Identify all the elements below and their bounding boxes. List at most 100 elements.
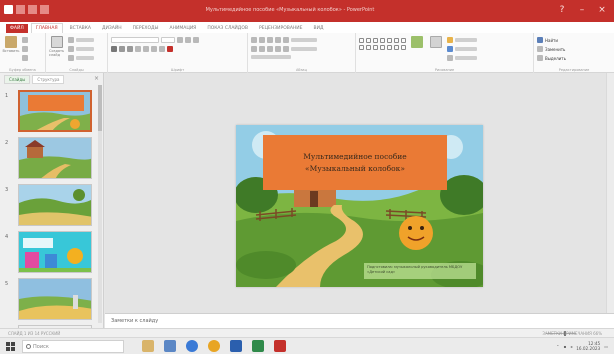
clear-format-icon[interactable] [193,37,199,43]
tab-review[interactable]: РЕЦЕНЗИРОВАНИЕ [255,24,307,33]
windows-taskbar: Поиск ⌃ ▪ ◂ 12:45 16.02.2023 ▭ [0,337,614,354]
paste-button[interactable]: Вставить [3,36,19,60]
tab-view[interactable]: ВИД [310,24,328,33]
panel-scrollbar[interactable] [98,85,102,323]
grow-font-icon[interactable] [177,37,183,43]
font-size-select[interactable] [161,37,175,43]
notes-pane[interactable]: Заметки к слайду [105,313,614,328]
tab-slideshow[interactable]: ПОКАЗ СЛАЙДОВ [203,24,252,33]
taskbar-search-box[interactable]: Поиск [22,340,124,353]
tab-transitions[interactable]: ПЕРЕХОДЫ [129,24,163,33]
align-text-control[interactable] [291,47,317,51]
powerpoint-window: Мультимедийное пособие «Музыкальный коло… [0,0,614,354]
case-icon[interactable] [159,46,165,52]
tab-slides-panel[interactable]: Слайды [4,75,31,84]
tab-outline-panel[interactable]: Структура [32,75,65,84]
align-right-icon[interactable] [267,46,273,52]
slide-caption-box[interactable]: Подготовила: музыкальный руководитель МБ… [364,263,476,279]
title-bar: Мультимедийное пособие «Музыкальный коло… [0,0,614,22]
bullets-icon[interactable] [251,37,257,43]
slide-thumbnail-3[interactable] [18,184,92,226]
powerpoint-app-icon[interactable] [4,5,13,14]
shape-effects-icon[interactable] [447,55,453,61]
group-drawing: Рисование [356,33,534,73]
notifications-icon[interactable]: ▭ [604,344,608,349]
numbering-icon[interactable] [259,37,265,43]
undo-icon[interactable] [28,5,37,14]
slide-title-box[interactable]: Мультимедийное пособие «Музыкальный коло… [263,135,447,190]
align-center-icon[interactable] [259,46,265,52]
section-icon[interactable] [68,55,74,61]
align-left-icon[interactable] [251,46,257,52]
powerpoint-taskbar-icon[interactable] [274,340,286,352]
edge-browser-icon[interactable] [186,340,198,352]
underline-icon[interactable] [127,46,133,52]
slide-thumbnail-4[interactable] [18,231,92,273]
minimize-button[interactable]: – [576,4,588,16]
volume-icon[interactable]: ◂ [570,344,572,349]
excel-icon[interactable] [252,340,264,352]
current-slide[interactable]: Мультимедийное пособие «Музыкальный коло… [236,125,483,287]
shape-outline-icon[interactable] [447,46,453,52]
slide-thumbnail-1[interactable] [18,90,92,132]
window-title: Мультимедийное пособие «Музыкальный коло… [205,7,375,13]
tab-file[interactable]: ФАЙЛ [6,24,28,33]
word-icon[interactable] [230,340,242,352]
shape-fill-icon[interactable] [447,37,453,43]
new-slide-button[interactable]: Создать слайд [49,36,65,60]
tab-animations[interactable]: АНИМАЦИЯ [166,24,201,33]
line-spacing-icon[interactable] [283,37,289,43]
select-button[interactable]: Выделить [537,55,566,61]
panel-scroll-thumb[interactable] [98,85,102,131]
quick-styles-icon [430,36,442,48]
close-button[interactable]: × [596,4,608,16]
show-hidden-icons-icon[interactable]: ⌃ [556,344,559,349]
editing-area-scrollbar[interactable] [606,73,614,313]
file-explorer-icon[interactable] [164,340,176,352]
copy-icon[interactable] [22,46,28,52]
italic-icon[interactable] [119,46,125,52]
text-direction-control[interactable] [291,38,317,42]
font-color-icon[interactable] [167,46,173,52]
columns-icon[interactable] [283,46,289,52]
cut-icon[interactable] [22,37,28,43]
select-icon [537,55,543,61]
bold-icon[interactable] [111,46,117,52]
yandex-browser-icon[interactable] [208,340,220,352]
smartart-control[interactable] [251,55,291,59]
search-icon [26,344,31,349]
status-slide-info: СЛАЙД 1 ИЗ 14 РУССКИЙ [8,331,61,336]
quick-styles-button[interactable] [428,36,444,60]
shadow-icon[interactable] [143,46,149,52]
format-painter-icon[interactable] [22,55,28,61]
tab-home[interactable]: ГЛАВНАЯ [30,23,63,33]
find-button[interactable]: Найти [537,37,566,43]
tab-design[interactable]: ДИЗАЙН [98,24,126,33]
layout-icon[interactable] [68,37,74,43]
spacing-icon[interactable] [151,46,157,52]
help-icon[interactable]: ? [556,4,568,16]
network-icon[interactable]: ▪ [564,344,567,349]
status-view-controls[interactable]: ЗАМЕТКИ ПРИМЕЧАНИЯ 66% [542,331,602,336]
slide-thumbnail-5[interactable] [18,278,92,320]
reset-icon[interactable] [68,46,74,52]
redo-icon[interactable] [40,5,49,14]
slide-thumbnail-2[interactable] [18,137,92,179]
increase-indent-icon[interactable] [275,37,281,43]
font-family-select[interactable] [111,37,159,43]
decrease-indent-icon[interactable] [267,37,273,43]
save-icon[interactable] [16,5,25,14]
justify-icon[interactable] [275,46,281,52]
strikethrough-icon[interactable] [135,46,141,52]
tab-insert[interactable]: ВСТАВКА [66,24,95,33]
task-view-icon[interactable] [142,340,154,352]
start-button[interactable] [6,342,15,351]
arrange-button[interactable] [409,36,425,60]
replace-button[interactable]: Заменить [537,46,566,52]
group-clipboard: Вставить Буфер обмена [0,33,46,73]
new-slide-icon [51,36,63,48]
close-panel-icon[interactable]: × [94,75,99,82]
shapes-gallery[interactable] [359,36,406,50]
taskbar-clock[interactable]: 12:45 16.02.2023 [576,341,600,351]
shrink-font-icon[interactable] [185,37,191,43]
